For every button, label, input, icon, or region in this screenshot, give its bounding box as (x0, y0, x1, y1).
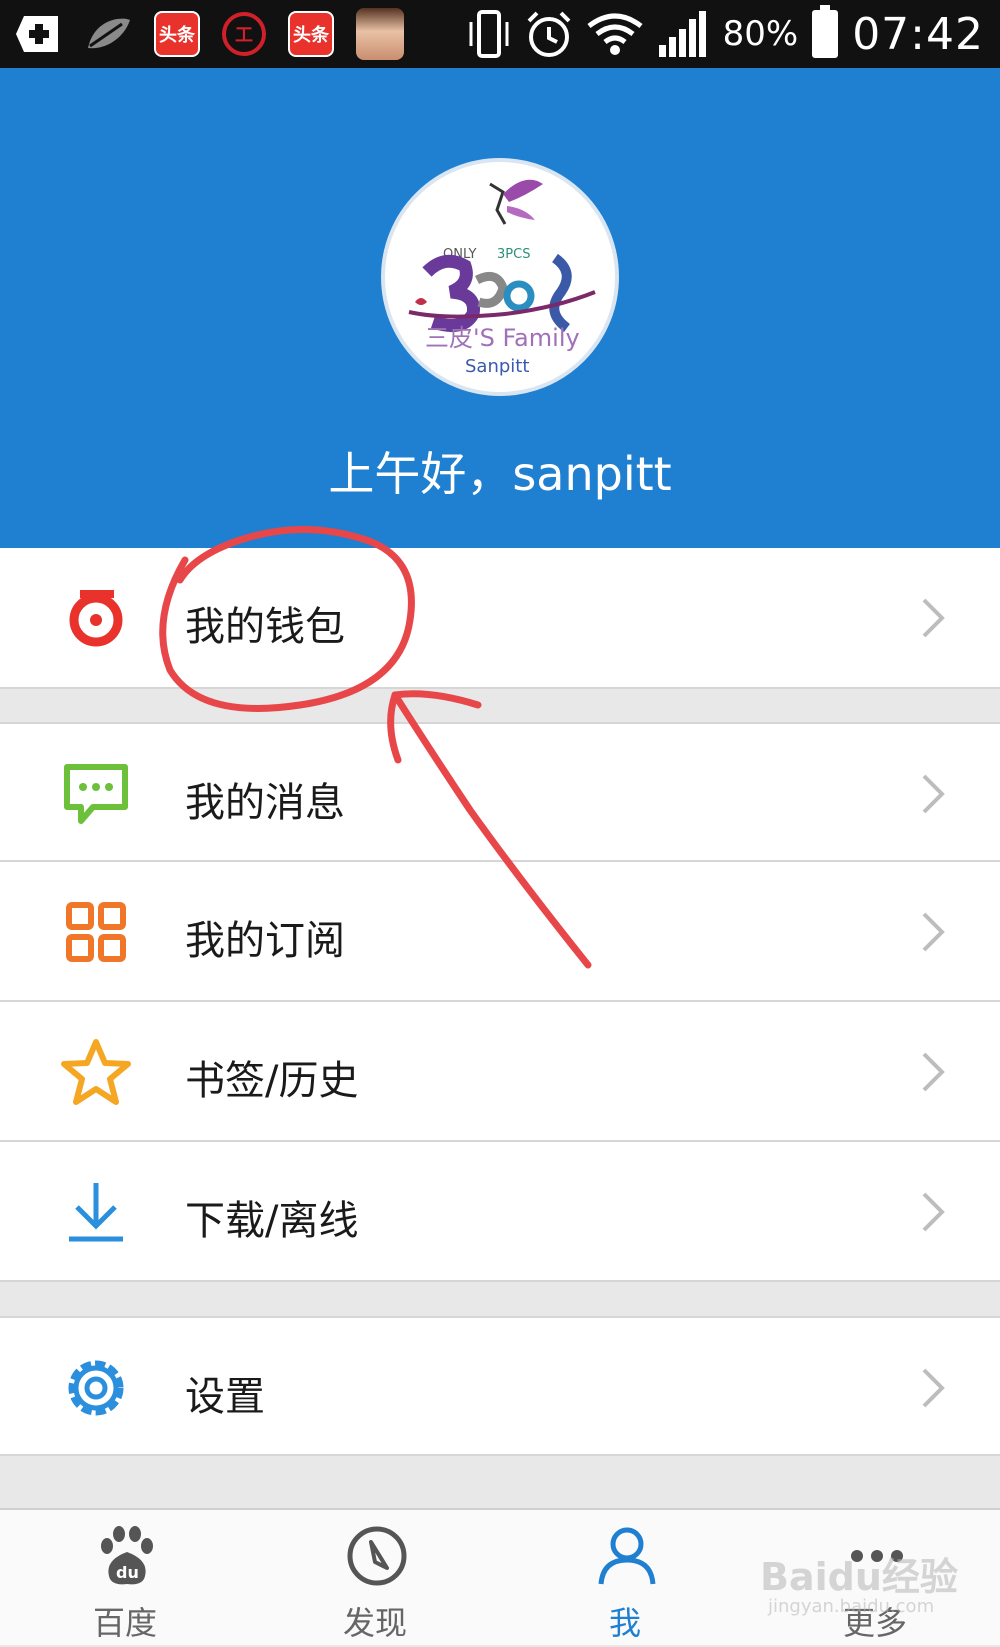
menu-item-subscriptions[interactable]: 我的订阅 (0, 862, 1000, 1002)
menu-label-bookmarks: 书签/历史 (185, 1058, 359, 1104)
chevron-right-icon (922, 598, 945, 638)
svg-text:du: du (116, 1563, 139, 1582)
wifi-icon (587, 12, 643, 56)
avatar-family-text: 三皮'S Family (425, 324, 580, 352)
signal-icon (657, 9, 709, 59)
menu-item-settings[interactable]: 设置 (0, 1316, 1000, 1456)
message-icon (60, 758, 132, 830)
avatar-3pcs-text: 3PCS (497, 247, 530, 262)
chevron-right-icon (922, 1192, 945, 1232)
tab-me[interactable]: 我 (500, 1510, 750, 1647)
menu-label-downloads: 下载/离线 (185, 1198, 359, 1244)
leaf-app-icon (84, 14, 132, 54)
tab-label-me: 我 (608, 1604, 641, 1642)
download-icon (60, 1176, 132, 1248)
person-icon (598, 1527, 656, 1585)
paw-icon: du (101, 1526, 153, 1585)
watermark-url: jingyan.baidu.com (768, 1596, 935, 1617)
news-app-icon-2: 头条 (288, 11, 334, 57)
compass-icon (347, 1526, 407, 1586)
wallet-icon (60, 582, 132, 654)
watermark: Baidu经验 (760, 1555, 958, 1599)
chevron-right-icon (922, 774, 945, 814)
gear-icon (60, 1352, 132, 1424)
add-app-icon (14, 12, 62, 56)
battery-icon (812, 5, 839, 58)
menu-item-bookmarks[interactable]: 书签/历史 (0, 1002, 1000, 1142)
profile-header: ONLY 3PCS 三皮'S Family Sanpitt 上午好，sanpit… (0, 68, 1000, 548)
menu-item-wallet[interactable]: 我的钱包 (0, 548, 1000, 689)
bank-app-icon: 工 (222, 12, 266, 56)
menu-label-subscriptions: 我的订阅 (185, 918, 345, 964)
tab-baidu[interactable]: du 百度 (0, 1510, 250, 1647)
status-bar: 头条 工 头条 80% 07:42 (0, 0, 1000, 68)
vibrate-icon (467, 8, 511, 60)
chevron-right-icon (922, 1368, 945, 1408)
avatar[interactable]: ONLY 3PCS 三皮'S Family Sanpitt (381, 158, 619, 396)
tab-label-discover: 发现 (342, 1604, 407, 1642)
tab-label-baidu: 百度 (92, 1604, 157, 1642)
alarm-icon (525, 9, 573, 59)
menu-label-messages: 我的消息 (185, 780, 345, 826)
clock: 07:42 (852, 8, 984, 60)
greeting: 上午好，sanpitt (328, 447, 672, 501)
battery-percent: 80% (722, 14, 799, 54)
news-app-icon: 头条 (154, 11, 200, 57)
menu-item-downloads[interactable]: 下载/离线 (0, 1142, 1000, 1282)
tab-discover[interactable]: 发现 (250, 1510, 500, 1647)
menu-item-messages[interactable]: 我的消息 (0, 722, 1000, 862)
menu-label-wallet: 我的钱包 (185, 604, 345, 650)
menu-label-settings: 设置 (185, 1374, 265, 1420)
avatar-app-icon (356, 8, 404, 60)
avatar-sanpitt-text: Sanpitt (465, 356, 529, 377)
chevron-right-icon (922, 912, 945, 952)
star-icon (60, 1036, 132, 1108)
chevron-right-icon (922, 1052, 945, 1092)
grid-icon (60, 896, 132, 968)
